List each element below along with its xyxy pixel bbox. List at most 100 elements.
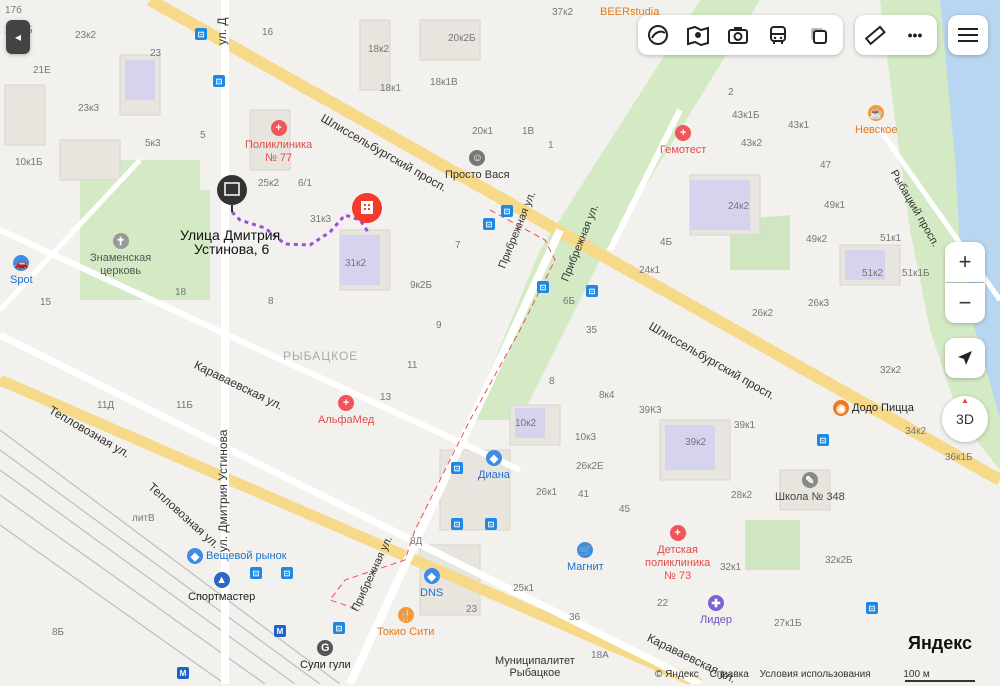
poi-polyclinic-77[interactable]: + Поликлиника № 77 xyxy=(245,120,312,165)
poi-znamenskaya[interactable]: ✝ Знаменская церковь xyxy=(90,233,151,278)
scale-label: 100 м xyxy=(903,669,930,680)
zoom-in-button[interactable]: + xyxy=(945,242,985,282)
camera-button[interactable] xyxy=(718,15,758,55)
poi-label: DNS xyxy=(420,587,444,599)
poi-school-348[interactable]: ✎ Школа № 348 xyxy=(775,472,845,503)
poi-label: Невское xyxy=(855,124,898,136)
house-number: 51к1Б xyxy=(902,268,930,279)
3d-button[interactable]: ▲ 3D xyxy=(942,396,988,442)
house-number: 11Б xyxy=(176,400,193,411)
house-number: 23к3 xyxy=(78,103,100,114)
address-label-line2: Устинова, 6 xyxy=(194,241,270,257)
house-number: 47 xyxy=(820,160,832,171)
poi-spot[interactable]: 🚗 Spot xyxy=(10,255,33,286)
menu-button[interactable] xyxy=(948,15,988,55)
traffic-button[interactable] xyxy=(798,15,838,55)
poi-magnit[interactable]: 🛒 Магнит xyxy=(567,542,604,573)
copyright-link[interactable]: © Яндекс xyxy=(655,669,699,680)
house-number: 34к2 xyxy=(905,426,927,437)
bus-stop-icon[interactable]: ⊡ xyxy=(866,602,878,614)
house-number: 6Б xyxy=(563,296,576,307)
poi-children-poly[interactable]: + Детская поликлиника № 73 xyxy=(645,525,710,583)
restaurant-icon: G xyxy=(317,640,334,656)
camera-icon xyxy=(728,27,748,44)
house-number: 27к1Б xyxy=(774,618,802,629)
house-number: 18 xyxy=(175,287,187,298)
minus-icon: − xyxy=(958,290,972,315)
ruler-icon xyxy=(864,25,886,46)
house-number: литВ xyxy=(132,513,155,524)
house-number: 11 xyxy=(407,360,418,371)
scale-bar xyxy=(905,680,975,682)
bus-stop-icon[interactable]: М xyxy=(274,625,286,637)
house-number: 26к2Е xyxy=(576,461,604,472)
transport-button[interactable] xyxy=(758,15,798,55)
more-button[interactable]: ••• xyxy=(895,15,935,55)
house-number: 36 xyxy=(569,612,581,623)
bus-stop-icon[interactable]: ⊡ xyxy=(195,28,207,40)
poi-nevskoe[interactable]: ☕ Невское xyxy=(855,105,897,136)
map-canvas[interactable] xyxy=(0,0,1000,684)
house-number: 2 xyxy=(728,87,734,98)
house-number: 18к1 xyxy=(380,83,402,94)
house-number: 13 xyxy=(380,392,392,403)
poi-veshevoy[interactable]: ◆ Вещевой рынок xyxy=(187,548,287,564)
bus-stop-icon[interactable]: ⊡ xyxy=(586,285,598,297)
poi-sportmaster[interactable]: ▲ Спортмастер xyxy=(188,572,255,603)
ruler-button[interactable] xyxy=(855,15,895,55)
compass-north-icon: ▲ xyxy=(961,396,969,405)
house-number: 8к4 xyxy=(599,390,615,401)
bus-stop-icon[interactable]: ⊡ xyxy=(537,281,549,293)
bus-stop-icon[interactable]: ⊡ xyxy=(451,518,463,530)
bus-stop-icon[interactable]: ⊡ xyxy=(333,622,345,634)
house-number: 37к2 xyxy=(552,7,574,18)
bus-stop-icon[interactable]: ⊡ xyxy=(817,434,829,446)
bus-stop-icon[interactable]: ⊡ xyxy=(485,518,497,530)
poi-prosto-vasya[interactable]: ☺ Просто Вася xyxy=(445,150,510,181)
poi-dns[interactable]: ◆ DNS xyxy=(420,568,443,599)
panorama-button[interactable] xyxy=(678,15,718,55)
poi-municipality[interactable]: Муниципалитет Рыбацкое xyxy=(495,655,575,679)
bus-stop-icon[interactable]: ⊡ xyxy=(483,218,495,230)
pizza-icon: ◉ xyxy=(833,400,849,416)
poi-gemotest[interactable]: + Гемотест xyxy=(660,125,706,156)
medical-icon: + xyxy=(338,395,355,411)
house-number: 16 xyxy=(262,27,274,38)
house-number: 43к1Б xyxy=(732,110,760,121)
poi-label: Поликлиника № 77 xyxy=(245,139,313,164)
footer-bar: © Яндекс Справка Условия использования 1… xyxy=(655,669,930,680)
terms-link[interactable]: Условия использования xyxy=(760,669,871,680)
poi-label: Гемотест xyxy=(660,144,707,156)
poi-lider[interactable]: ✚ Лидер xyxy=(700,595,732,626)
poi-label: Диана xyxy=(478,469,510,481)
back-button[interactable]: ◂ xyxy=(6,20,30,54)
house-number: 26к1 xyxy=(536,487,558,498)
medical-icon: + xyxy=(270,120,287,136)
bus-stop-icon[interactable]: ⊡ xyxy=(451,462,463,474)
house-number: 5к3 xyxy=(145,138,161,149)
bus-stop-icon[interactable]: ⊡ xyxy=(281,567,293,579)
cart-icon: 🛒 xyxy=(577,542,594,558)
bus-stop-icon[interactable]: ⊡ xyxy=(250,567,262,579)
poi-suli[interactable]: G Сули гули xyxy=(300,640,351,671)
zoom-out-button[interactable]: − xyxy=(945,283,985,323)
poi-dodo[interactable]: ◉ Додо Пицца xyxy=(833,400,914,416)
locate-button[interactable] xyxy=(945,338,985,378)
shop-icon: ◆ xyxy=(485,450,502,466)
house-number: 51к1 xyxy=(880,233,902,244)
poi-tokio[interactable]: 🍴 Токио Сити xyxy=(377,607,434,638)
layers-button[interactable] xyxy=(638,15,678,55)
house-number: 41 xyxy=(578,489,590,500)
bus-stop-icon[interactable]: ⊡ xyxy=(501,205,513,217)
poi-diana[interactable]: ◆ Диана xyxy=(478,450,510,481)
help-link[interactable]: Справка xyxy=(710,669,749,680)
house-number: 23 xyxy=(466,604,478,615)
street-label: ул. Д xyxy=(215,17,229,45)
fitness-icon: ✚ xyxy=(708,595,725,611)
poi-label: Токио Сити xyxy=(377,626,435,638)
house-number: 26к2 xyxy=(752,308,774,319)
poi-alfamed[interactable]: + АльфаМед xyxy=(318,395,374,426)
bus-stop-icon[interactable]: М xyxy=(177,667,189,679)
medical-icon: + xyxy=(675,125,692,141)
bus-stop-icon[interactable]: ⊡ xyxy=(213,75,225,87)
